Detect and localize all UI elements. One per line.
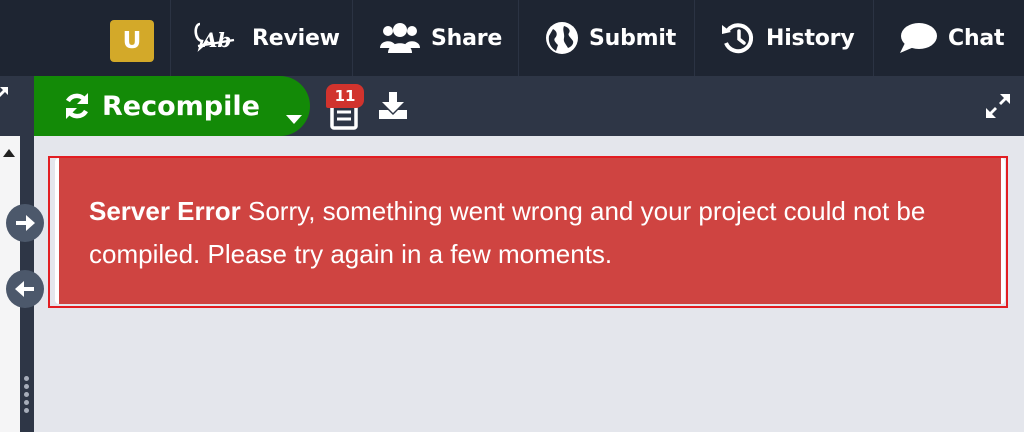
- share-button[interactable]: Share: [379, 0, 502, 76]
- chat-button[interactable]: Chat: [898, 0, 1005, 76]
- logs-count-badge: 11: [326, 84, 364, 108]
- expand-button[interactable]: [984, 92, 1012, 124]
- history-icon: [720, 21, 756, 55]
- arrow-right-icon: [16, 215, 35, 231]
- submit-button[interactable]: Submit: [545, 0, 676, 76]
- show-editor-button[interactable]: [6, 270, 44, 308]
- chat-label: Chat: [948, 25, 1005, 51]
- divider: [694, 0, 695, 76]
- show-pdf-button[interactable]: [6, 204, 44, 242]
- divider: [518, 0, 519, 76]
- history-button[interactable]: History: [720, 0, 855, 76]
- recompile-label: Recompile: [102, 90, 260, 122]
- divider: [873, 0, 874, 76]
- review-button[interactable]: Ab Review: [192, 0, 340, 76]
- review-ab-icon: Ab: [192, 18, 242, 58]
- download-pdf-button[interactable]: [378, 92, 408, 124]
- recompile-button[interactable]: Recompile: [34, 76, 310, 136]
- share-label: Share: [431, 25, 503, 51]
- divider: [170, 0, 171, 76]
- submit-label: Submit: [589, 25, 677, 51]
- user-avatar[interactable]: U: [110, 20, 154, 62]
- chevron-down-icon[interactable]: [286, 101, 302, 132]
- collapse-editor-icon[interactable]: [0, 86, 10, 105]
- review-label: Review: [252, 25, 340, 51]
- splitter-grip[interactable]: [22, 376, 30, 416]
- divider: [352, 0, 353, 76]
- svg-text:Ab: Ab: [200, 28, 231, 52]
- globe-icon: [545, 21, 579, 55]
- history-label: History: [766, 25, 855, 51]
- expand-icon: [986, 94, 1010, 118]
- arrow-left-icon: [15, 281, 34, 297]
- error-message: Server Error Sorry, something went wrong…: [89, 190, 989, 276]
- top-navbar: U Ab Review Share Submit History Chat: [0, 0, 1024, 76]
- scroll-up-icon[interactable]: [3, 142, 15, 161]
- users-icon: [379, 21, 421, 55]
- download-icon: [379, 92, 407, 119]
- refresh-icon: [62, 91, 92, 121]
- chat-bubble-icon: [898, 21, 938, 55]
- error-title: Server Error: [89, 196, 241, 226]
